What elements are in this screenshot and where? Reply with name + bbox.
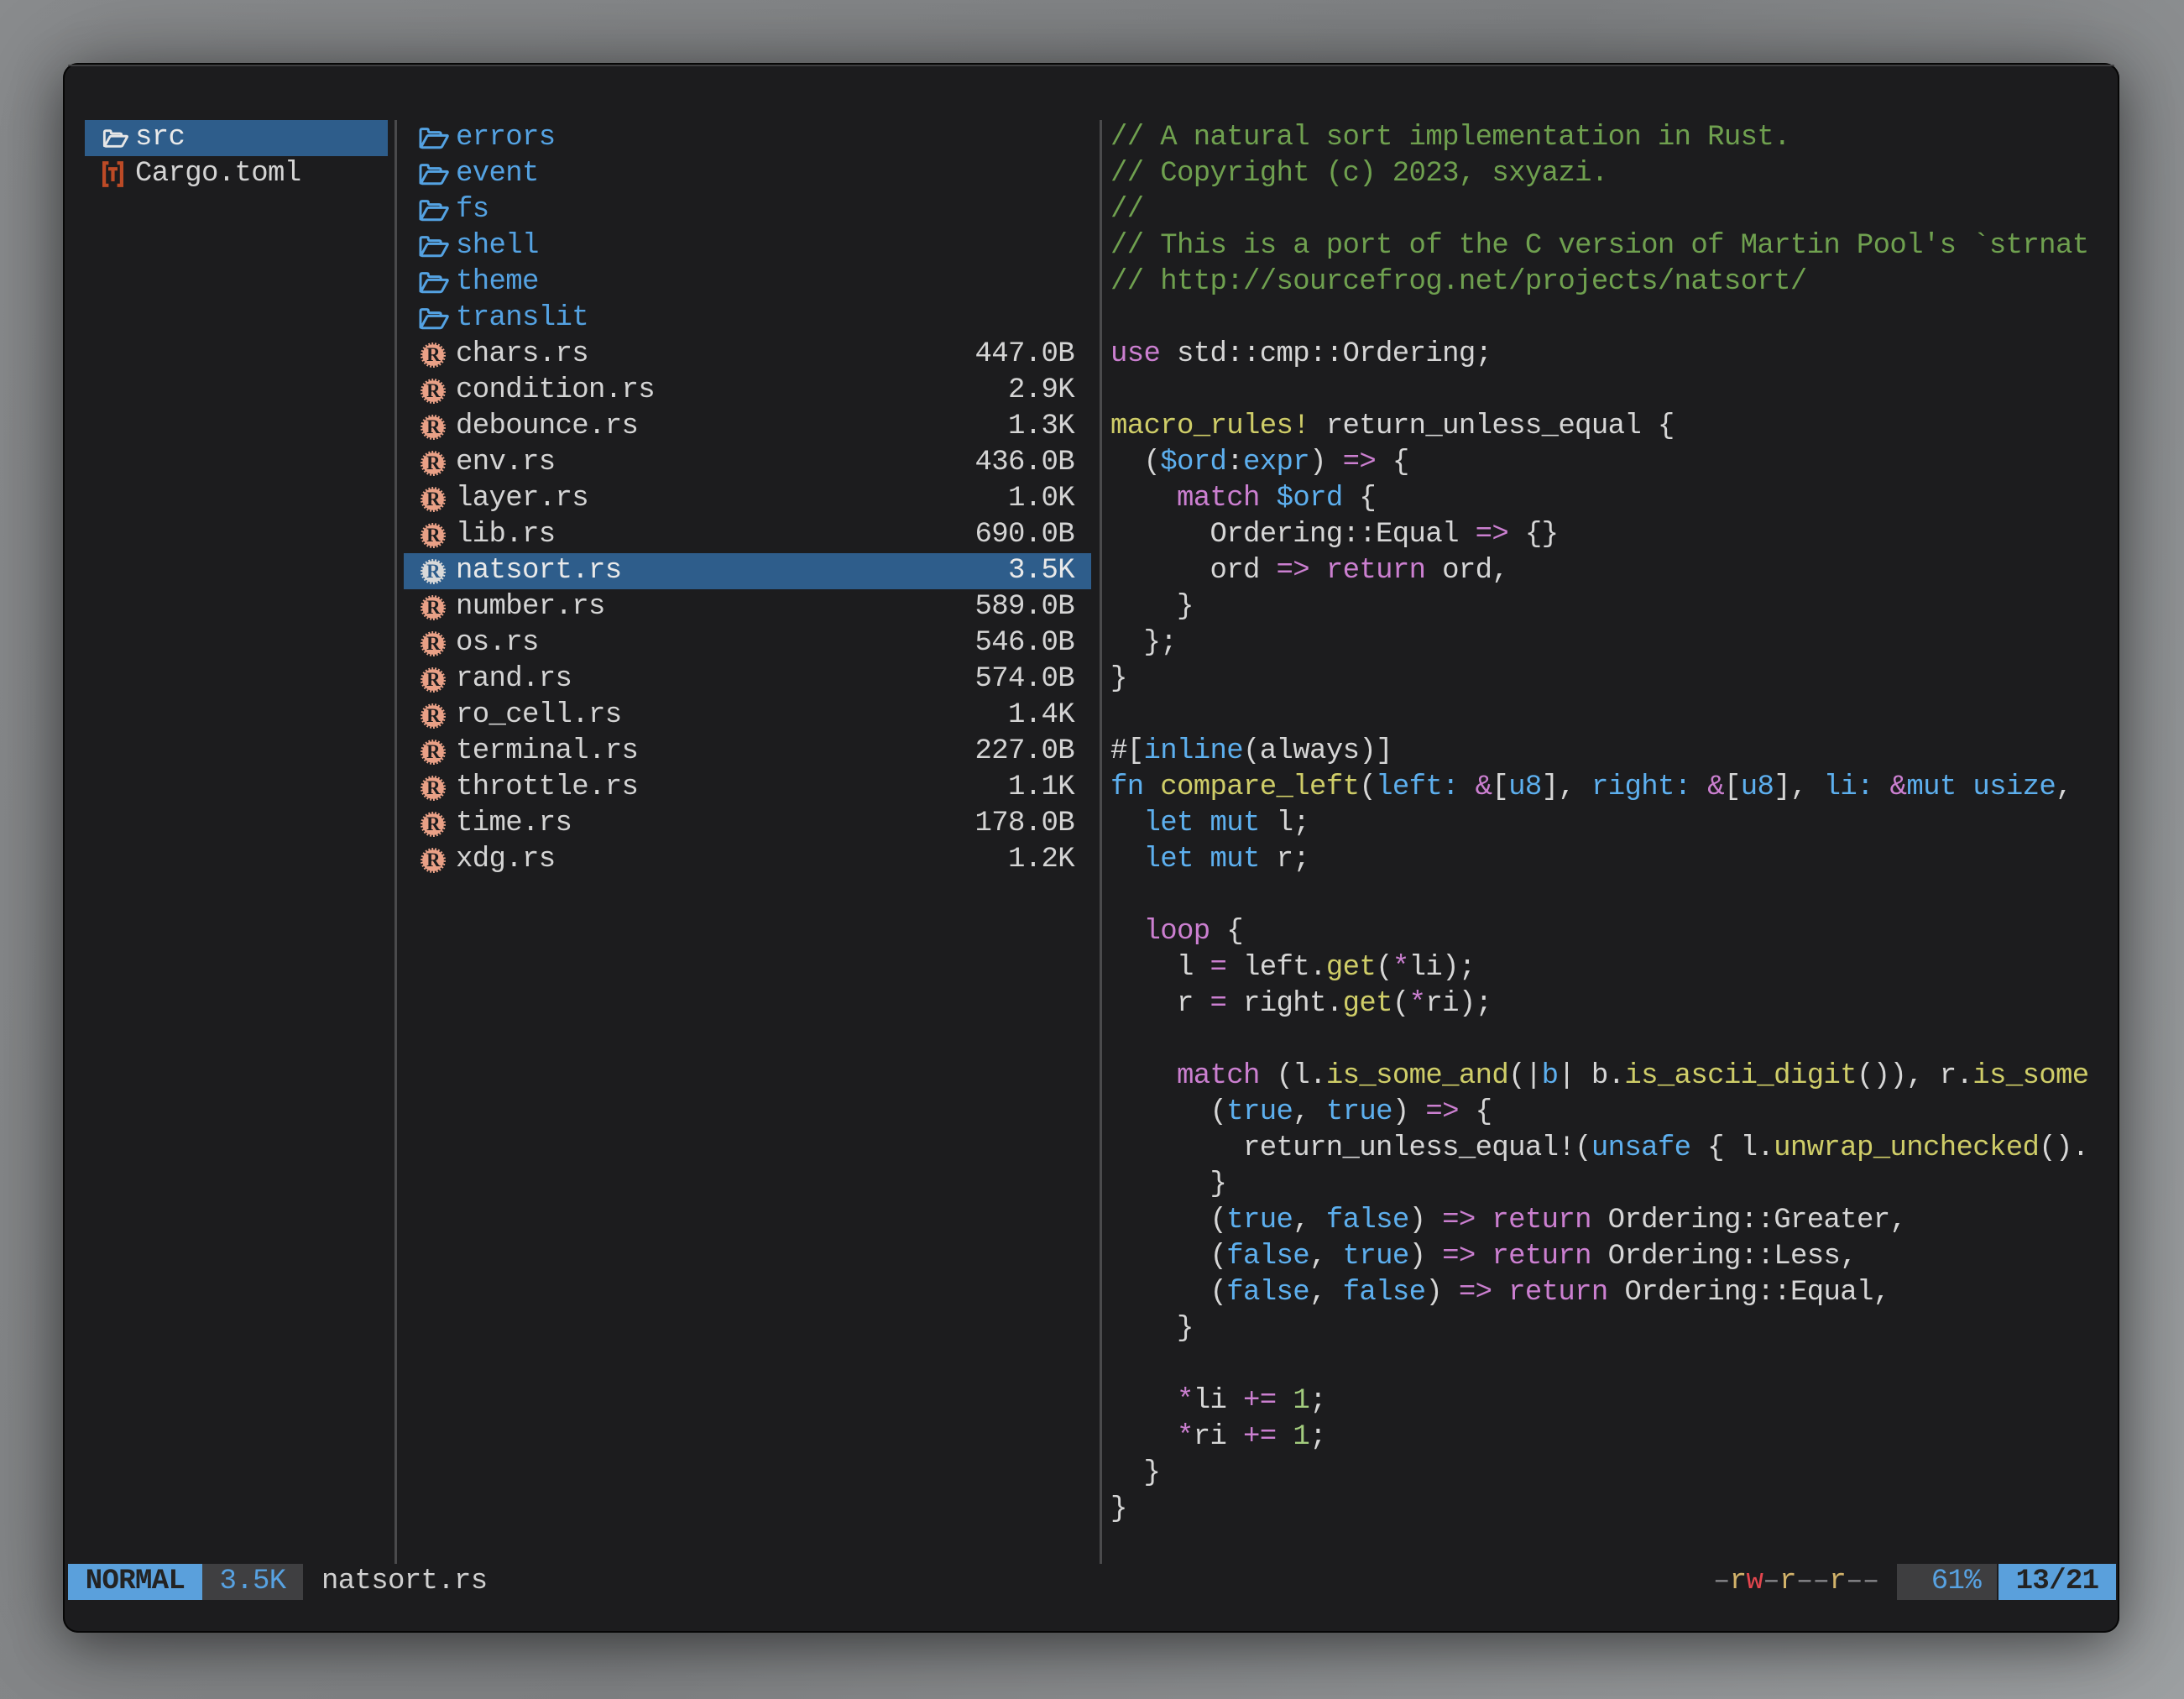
svg-text:R: R — [426, 380, 441, 401]
svg-text:R: R — [426, 489, 441, 510]
svg-text:R: R — [426, 705, 441, 726]
svg-text:R: R — [426, 850, 441, 870]
svg-text:R: R — [426, 416, 441, 437]
svg-text:R: R — [426, 633, 441, 654]
svg-text:R: R — [426, 561, 441, 582]
svg-text:R: R — [426, 597, 441, 618]
svg-text:R: R — [426, 741, 441, 762]
svg-text:R: R — [426, 344, 441, 365]
svg-text:R: R — [426, 669, 441, 690]
svg-text:R: R — [426, 777, 441, 798]
svg-text:R: R — [426, 525, 441, 546]
svg-text:R: R — [426, 452, 441, 473]
svg-text:R: R — [426, 813, 441, 834]
